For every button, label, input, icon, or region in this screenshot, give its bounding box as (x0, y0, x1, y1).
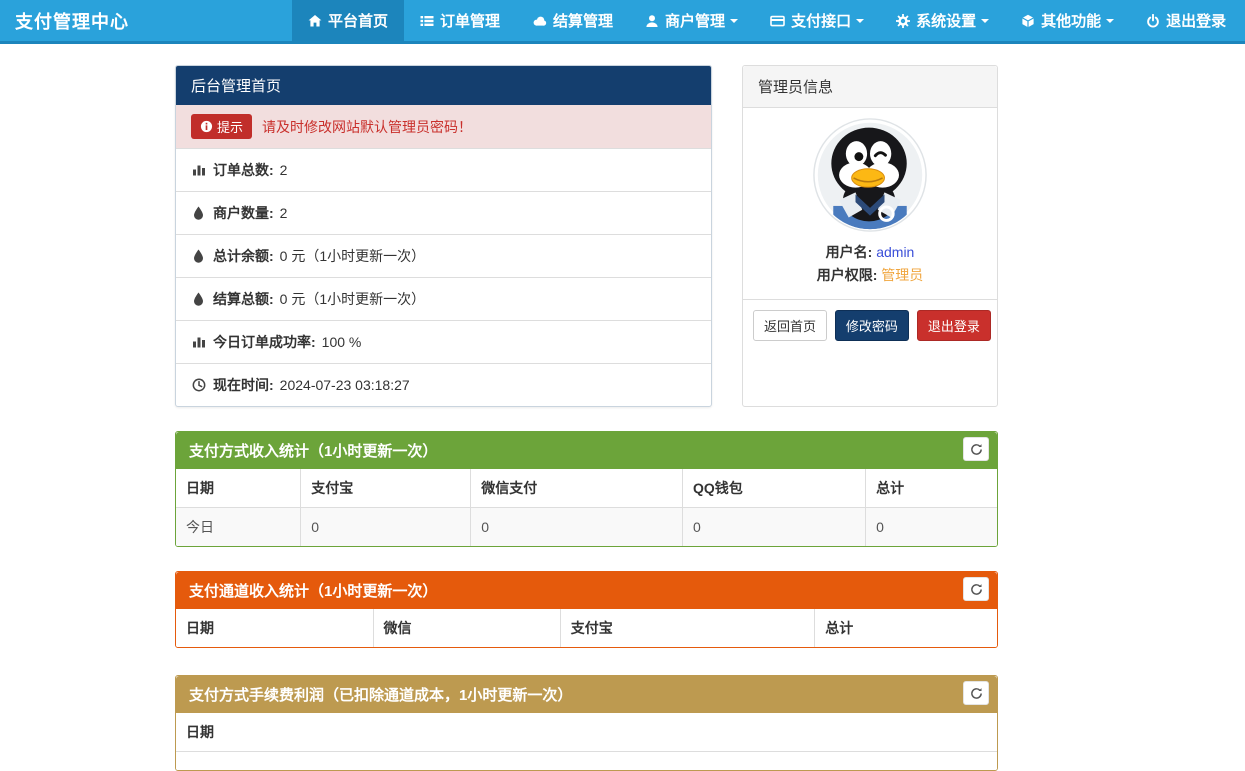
col-header: 日期 (176, 469, 302, 508)
col-header: 微信支付 (470, 469, 684, 508)
cube-icon (1021, 14, 1035, 28)
back-home-button[interactable]: 返回首页 (753, 310, 828, 341)
refresh-button[interactable] (963, 577, 989, 601)
qq-penguin-avatar (813, 118, 927, 232)
payment-method-income-panel: 支付方式收入统计（1小时更新一次） 日期 支付宝 微信支付 QQ钱包 总计 今日… (175, 431, 998, 547)
table-cell: 今日 (176, 507, 302, 546)
stat-row-current-time: 现在时间: 2024-07-23 03:18:27 (176, 363, 711, 406)
page-content: 后台管理首页 提示 请及时修改网站默认管理员密码！ 订单总数: 2 商户数量: … (175, 65, 998, 771)
nav-item-payment-interface[interactable]: 支付接口 (754, 0, 880, 41)
fee-profit-title: 支付方式手续费利润（已扣除通道成本，1小时更新一次） (176, 676, 997, 713)
app-title[interactable]: 支付管理中心 (0, 0, 292, 41)
nav-item-settlement-management[interactable]: 结算管理 (516, 0, 629, 41)
info-circle-icon (200, 120, 213, 133)
alert-message: 请及时修改网站默认管理员密码！ (262, 118, 473, 135)
table-cell: 0 (300, 507, 472, 546)
stat-row-total-orders: 订单总数: 2 (176, 148, 711, 191)
col-header: 微信 (372, 609, 561, 647)
droplet-icon (191, 206, 206, 220)
stat-row-settlement-total: 结算总额: 0 元（1小时更新一次） (176, 277, 711, 320)
home-icon (308, 14, 322, 28)
credit-card-icon (770, 14, 785, 28)
admin-panel-footer: 返回首页 修改密码 退出登录 (743, 299, 997, 351)
stat-row-merchant-count: 商户数量: 2 (176, 191, 711, 234)
nav-item-other-functions[interactable]: 其他功能 (1005, 0, 1130, 41)
stat-row-total-balance: 总计余额: 0 元（1小时更新一次） (176, 234, 711, 277)
table-cell: 0 (682, 507, 867, 546)
top-navbar: 支付管理中心 平台首页 订单管理 结算管理 商户管理 支付接口 系统设置 其他功… (0, 0, 1245, 44)
admin-info-panel: 管理员信息 用户名: admin 用户权限: 管理员 返回首页 修改密码 退出登… (742, 65, 998, 407)
logout-button[interactable]: 退出登录 (916, 310, 991, 341)
col-header: 日期 (176, 609, 374, 647)
col-header: 总计 (814, 609, 997, 647)
droplet-icon (191, 292, 206, 306)
table-header-row: 日期 微信 支付宝 总计 (176, 609, 997, 647)
password-warning-alert: 提示 请及时修改网站默认管理员密码！ (176, 105, 711, 148)
gear-icon (896, 13, 911, 28)
fee-profit-table: 日期 (176, 713, 997, 770)
chevron-down-icon (856, 18, 865, 23)
cloud-icon (532, 14, 547, 28)
nav-item-logout[interactable]: 退出登录 (1130, 0, 1242, 41)
role-link[interactable]: 管理员 (881, 267, 923, 283)
bar-chart-icon (191, 335, 206, 349)
payment-method-income-title: 支付方式收入统计（1小时更新一次） (176, 432, 997, 469)
admin-panel-title: 管理员信息 (743, 66, 997, 108)
nav-item-system-settings[interactable]: 系统设置 (880, 0, 1005, 41)
col-header: 支付宝 (300, 469, 472, 508)
role-line: 用户权限: 管理员 (816, 267, 924, 283)
user-icon (645, 14, 659, 28)
power-icon (1146, 13, 1160, 28)
droplet-icon (191, 249, 206, 263)
list-icon (420, 14, 434, 28)
fee-profit-panel: 支付方式手续费利润（已扣除通道成本，1小时更新一次） 日期 (175, 675, 998, 771)
nav-item-order-management[interactable]: 订单管理 (404, 0, 516, 41)
col-header: 总计 (865, 469, 997, 508)
col-header: 支付宝 (559, 609, 816, 647)
chevron-down-icon (981, 18, 990, 23)
chevron-down-icon (730, 18, 739, 23)
payment-channel-income-table: 日期 微信 支付宝 总计 (176, 609, 997, 647)
table-cell: 0 (470, 507, 684, 546)
nav-item-merchant-management[interactable]: 商户管理 (629, 0, 754, 41)
payment-channel-income-panel: 支付通道收入统计（1小时更新一次） 日期 微信 支付宝 总计 (175, 571, 998, 648)
alert-badge: 提示 (191, 114, 253, 139)
username-line: 用户名: admin (825, 244, 915, 260)
table-header-row: 日期 (176, 713, 997, 752)
dashboard-panel-title: 后台管理首页 (176, 66, 711, 105)
admin-panel-body: 用户名: admin 用户权限: 管理员 (743, 108, 997, 299)
table-row: 今日 0 0 0 0 (176, 507, 997, 546)
username-link[interactable]: admin (876, 244, 914, 260)
refresh-button[interactable] (963, 437, 989, 461)
nav-item-platform-home[interactable]: 平台首页 (292, 0, 405, 41)
payment-channel-income-title: 支付通道收入统计（1小时更新一次） (176, 572, 997, 609)
col-header: 日期 (176, 713, 997, 752)
stat-row-success-rate: 今日订单成功率: 100 % (176, 320, 711, 363)
table-header-row: 日期 支付宝 微信支付 QQ钱包 总计 (176, 469, 997, 508)
table-cell: 0 (865, 507, 997, 546)
payment-method-income-table: 日期 支付宝 微信支付 QQ钱包 总计 今日 0 0 0 0 (176, 469, 997, 546)
change-password-button[interactable]: 修改密码 (834, 310, 909, 341)
bar-chart-icon (191, 163, 206, 177)
col-header: QQ钱包 (682, 469, 867, 508)
clock-icon (191, 378, 206, 392)
dashboard-panel: 后台管理首页 提示 请及时修改网站默认管理员密码！ 订单总数: 2 商户数量: … (175, 65, 712, 407)
refresh-button[interactable] (963, 681, 989, 705)
chevron-down-icon (1106, 18, 1115, 23)
